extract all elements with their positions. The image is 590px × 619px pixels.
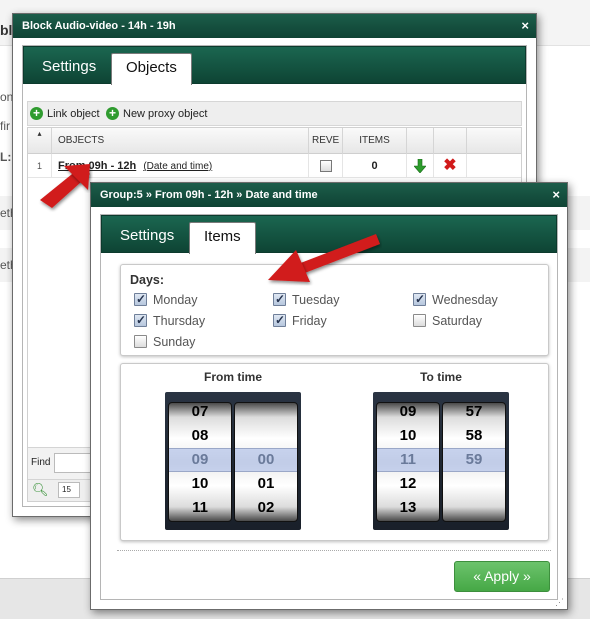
- page-size-select[interactable]: 15: [58, 482, 80, 498]
- close-icon[interactable]: ×: [552, 183, 560, 207]
- new-proxy-object-label: New proxy object: [123, 108, 208, 120]
- dialog-title: Block Audio-video - 14h - 19h: [22, 20, 176, 32]
- checkbox[interactable]: [273, 312, 286, 328]
- delete-cell: ✖: [434, 154, 467, 178]
- object-type-link[interactable]: (Date and time): [143, 161, 212, 172]
- drum-value: [235, 403, 297, 424]
- drum-value: [235, 424, 297, 448]
- annotation-arrow-icon: [40, 164, 90, 208]
- drum-value-selected: 59: [465, 451, 483, 468]
- from-time-picker: 07 08 09 10 11 00 01 02: [165, 392, 301, 530]
- tab-objects[interactable]: Objects: [111, 53, 192, 85]
- day-label: Wednesday: [432, 293, 498, 307]
- drum-value: 12: [399, 475, 417, 492]
- drum-value: 10: [399, 427, 417, 444]
- add-icon: +: [30, 107, 43, 120]
- drum-value: 58: [465, 427, 483, 444]
- drum-value: 02: [257, 499, 275, 516]
- day-label: Saturday: [432, 314, 483, 328]
- objects-toolbar: + Link object + New proxy object: [27, 101, 522, 126]
- add-icon: +: [106, 107, 119, 120]
- to-time-label: To time: [420, 370, 462, 384]
- new-proxy-object-button[interactable]: + New proxy object: [106, 106, 207, 122]
- reverse-checkbox[interactable]: [319, 160, 332, 173]
- background-row-fragment: L:: [0, 150, 12, 164]
- drum-value: 09: [399, 403, 417, 420]
- apply-button[interactable]: « Apply »: [454, 561, 550, 592]
- column-move: [407, 128, 434, 154]
- delete-icon[interactable]: ✖: [443, 157, 456, 174]
- day-friday[interactable]: Friday: [273, 312, 327, 329]
- from-minute-drum[interactable]: 00 01 02: [234, 402, 298, 522]
- drum-value: 57: [465, 403, 483, 420]
- dialog-titlebar[interactable]: Block Audio-video - 14h - 19h ×: [13, 14, 536, 38]
- drum-value: [443, 496, 505, 520]
- from-hour-drum[interactable]: 07 08 09 10 11: [168, 402, 232, 522]
- divider: [117, 550, 551, 551]
- drum-value-selected: 11: [400, 451, 416, 468]
- drum-value: 07: [191, 403, 209, 420]
- checkbox[interactable]: [134, 312, 147, 328]
- column-delete: [434, 128, 467, 154]
- drum-value-selected: 00: [257, 451, 275, 468]
- drum-value: 11: [192, 499, 208, 516]
- checkbox[interactable]: [273, 291, 286, 307]
- day-label: Thursday: [153, 314, 206, 328]
- find-label: Find: [31, 457, 51, 468]
- tab-settings[interactable]: Settings: [28, 53, 110, 85]
- from-time-label: From time: [203, 370, 262, 384]
- day-label: Sunday: [153, 335, 196, 349]
- sort-icon[interactable]: ▴: [28, 128, 52, 154]
- drum-value: 01: [257, 475, 275, 492]
- column-reverse[interactable]: REVE: [309, 128, 343, 154]
- drum-value: 08: [191, 427, 209, 444]
- day-monday[interactable]: Monday: [134, 291, 198, 308]
- day-saturday[interactable]: Saturday: [413, 313, 482, 329]
- day-sunday[interactable]: Sunday: [134, 334, 195, 350]
- move-cell: [407, 154, 434, 178]
- day-label: Tuesday: [292, 293, 340, 307]
- move-down-icon[interactable]: [413, 158, 427, 174]
- drum-value: 10: [191, 475, 209, 492]
- day-wednesday[interactable]: Wednesday: [413, 291, 498, 308]
- to-hour-drum[interactable]: 09 10 11 12 13: [376, 402, 440, 522]
- tab-items[interactable]: Items: [189, 222, 256, 254]
- day-label: Friday: [292, 314, 327, 328]
- search-icon[interactable]: 🔍︎: [32, 482, 49, 498]
- dialog-title: Group:5 » From 09h - 12h » Date and time: [100, 189, 318, 201]
- to-time-picker: 09 10 11 12 13 57 58 59: [373, 392, 509, 530]
- reverse-cell: [309, 154, 343, 178]
- drum-value: 13: [399, 499, 417, 516]
- background-row-fragment: fir: [0, 119, 10, 133]
- annotation-arrow-icon: [268, 234, 380, 282]
- column-items[interactable]: ITEMS: [343, 128, 407, 154]
- tab-settings[interactable]: Settings: [106, 222, 188, 254]
- day-thursday[interactable]: Thursday: [134, 312, 206, 329]
- drum-value: [443, 472, 505, 496]
- background-title-fragment: bl: [0, 22, 13, 38]
- link-object-label: Link object: [47, 108, 100, 120]
- grid-header: ▴ OBJECTS REVE ITEMS: [28, 128, 521, 154]
- day-tuesday[interactable]: Tuesday: [273, 291, 340, 308]
- checkbox[interactable]: [134, 291, 147, 307]
- days-label: Days:: [130, 273, 165, 287]
- day-label: Monday: [153, 293, 198, 307]
- items-count: 0: [343, 154, 407, 178]
- close-icon[interactable]: ×: [521, 14, 529, 38]
- checkbox[interactable]: [134, 335, 147, 348]
- drum-value-selected: 09: [191, 451, 209, 468]
- checkbox[interactable]: [413, 291, 426, 307]
- dialog-titlebar[interactable]: Group:5 » From 09h - 12h » Date and time…: [91, 183, 567, 207]
- to-minute-drum[interactable]: 57 58 59: [442, 402, 506, 522]
- column-objects[interactable]: OBJECTS: [52, 128, 309, 154]
- column-spacer: [467, 128, 487, 154]
- table-row[interactable]: 1 From 09h - 12h (Date and time) 0 ✖: [28, 154, 521, 178]
- tab-bar: Settings Objects: [23, 46, 526, 85]
- time-range-panel: From time To time 07 08 09 10 11 00 01 0…: [120, 363, 549, 541]
- checkbox[interactable]: [413, 314, 426, 327]
- link-object-button[interactable]: + Link object: [30, 106, 100, 122]
- resize-grip-icon[interactable]: ⋰: [555, 597, 565, 607]
